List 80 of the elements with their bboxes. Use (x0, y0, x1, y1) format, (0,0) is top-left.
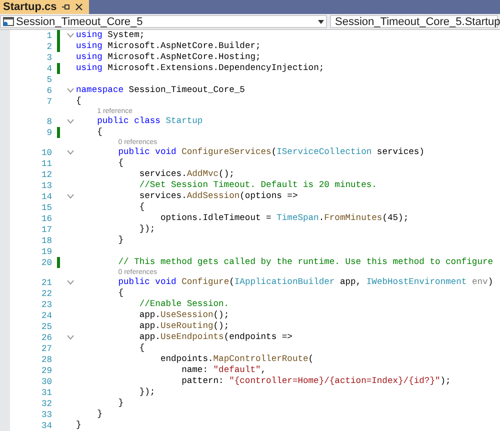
code-line: } (96, 409, 102, 420)
code-line: app.UseEndpoints(endpoints => (138, 332, 292, 343)
line-number: 22 (40, 288, 52, 298)
code-line: public void Configure(IApplicationBuilder app, IWebHostEnvironment env) (117, 277, 494, 288)
line-number: 5 (46, 74, 52, 84)
line-number: 1 (46, 30, 52, 40)
close-icon[interactable] (74, 3, 83, 12)
line-number: 15 (40, 202, 52, 212)
line-number: 8 (46, 116, 52, 126)
code-line: } (117, 235, 124, 246)
code-line: { (138, 202, 145, 213)
code-line: // This method gets called by the runtime. Use this method to configure (117, 257, 494, 268)
line-number: 13 (40, 180, 52, 190)
line-number: 14 (40, 192, 52, 202)
line-number: 17 (40, 224, 52, 234)
line-number: 10 (40, 148, 52, 158)
line-number: 9 (46, 128, 52, 138)
line-number: 32 (40, 398, 52, 408)
line-number: 28 (40, 354, 52, 364)
line-number: 19 (40, 246, 52, 256)
code-line: { (96, 127, 102, 138)
line-number: 34 (40, 420, 52, 430)
line-number: 12 (40, 170, 52, 180)
pin-icon[interactable] (62, 3, 70, 12)
code-line: { (117, 288, 124, 299)
line-number: 25 (40, 322, 52, 332)
code-line: } (117, 398, 124, 409)
code-line: app.UseRouting(); (138, 321, 230, 332)
code-line: pattern: "{controller=Home}/{action=Index}/{id?}"); (180, 376, 451, 387)
line-number: 26 (40, 332, 52, 342)
code-line: public void ConfigureServices(IServiceCollection services) (117, 147, 424, 158)
collapse-icon[interactable] (66, 119, 74, 124)
line-number: 27 (40, 344, 52, 354)
line-number: 6 (46, 86, 52, 96)
code-line: { (138, 343, 145, 354)
collapse-icon[interactable] (66, 280, 74, 285)
line-number: 3 (46, 52, 52, 62)
line-number: 11 (40, 158, 52, 168)
code-line: services.AddSession(options => (138, 191, 298, 202)
file-tab[interactable]: Startup.cs (0, 0, 89, 14)
collapse-icon[interactable] (66, 150, 74, 155)
line-number: 31 (40, 388, 52, 398)
line-number: 23 (40, 300, 52, 310)
code-line: }); (138, 387, 156, 398)
line-number: 20 (40, 258, 52, 268)
code-line: public class Startup (96, 116, 203, 127)
line-number: 2 (46, 42, 52, 52)
project-icon (3, 16, 14, 27)
code-line: using System; (76, 30, 145, 41)
code-line: using Microsoft.AspNetCore.Builder; (76, 41, 261, 52)
code-line: app.UseSession(); (138, 310, 230, 321)
line-number: 16 (40, 214, 52, 224)
code-line: namespace Session_Timeout_Core_5 (76, 85, 245, 96)
line-number: 18 (40, 236, 52, 246)
type-dropdown[interactable]: Session_Timeout_Core_5.Startup (330, 15, 498, 28)
line-number: 30 (40, 376, 52, 386)
code-line: endpoints.MapControllerRoute( (159, 354, 314, 365)
code-line: { (117, 158, 124, 169)
code-line: } (76, 420, 82, 431)
line-number: 21 (40, 278, 52, 288)
line-number: 24 (40, 310, 52, 320)
collapse-icon[interactable] (66, 88, 74, 93)
collapse-icon[interactable] (66, 194, 74, 199)
code-line: //Set Session Timeout. Default is 20 minutes. (138, 180, 377, 191)
collapse-icon[interactable] (66, 33, 74, 38)
code-line: using Microsoft.AspNetCore.Hosting; (76, 52, 261, 63)
line-number: 4 (46, 64, 52, 74)
line-number: 33 (40, 410, 52, 420)
code-line: name: "default", (180, 365, 266, 376)
line-number: 29 (40, 366, 52, 376)
code-line: { (76, 96, 82, 107)
code-line: options.IdleTimeout = TimeSpan.FromMinutes(45); (159, 213, 409, 224)
code-line: services.AddMvc(); (138, 169, 234, 180)
line-number: 7 (46, 96, 52, 106)
code-line: using Microsoft.Extensions.DependencyInjection; (76, 63, 324, 74)
collapse-icon[interactable] (66, 335, 74, 340)
code-line: }); (138, 224, 156, 235)
caret-icon (318, 20, 324, 24)
code-line: //Enable Session. (138, 299, 230, 310)
project-dropdown[interactable]: Session_Timeout_Core_5 (0, 15, 327, 28)
